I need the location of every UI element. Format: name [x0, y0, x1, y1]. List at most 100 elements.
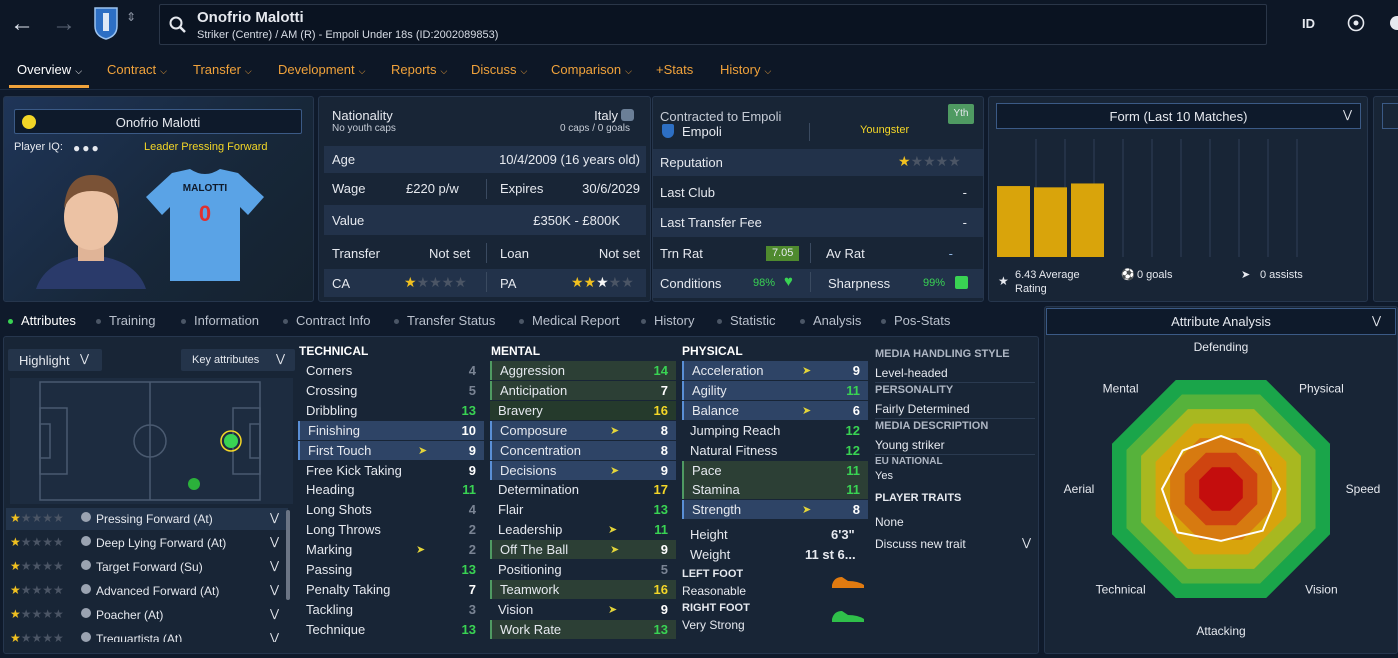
tab-history[interactable]: History ⌵	[720, 62, 771, 77]
switch-chevrons-icon[interactable]: ⇕	[126, 10, 136, 24]
subtab-training[interactable]: Training	[96, 313, 155, 328]
back-arrow-icon[interactable]: ←	[10, 10, 34, 38]
attribute-row[interactable]: Off The Ball 9 ➤	[490, 540, 676, 560]
attribute-row[interactable]: Aggression 14	[490, 361, 676, 380]
info-icon[interactable]	[81, 536, 91, 546]
menu-icon[interactable]	[1390, 16, 1398, 30]
attribute-row[interactable]: Positioning 5	[490, 560, 676, 579]
attribute-row[interactable]: Composure 8 ➤	[490, 420, 676, 440]
highlight-dropdown[interactable]: Highlight ⋁	[8, 349, 102, 371]
role-item[interactable]: ★★★★★ Advanced Forward (At) ⋁	[6, 580, 288, 602]
role-item[interactable]: ★★★★★ Pressing Forward (At) ⋁	[6, 508, 288, 530]
chevron-down-icon[interactable]: ⋁	[270, 511, 279, 524]
info-icon[interactable]	[81, 512, 91, 522]
role-item[interactable]: ★★★★★ Poacher (At) ⋁	[6, 604, 288, 626]
attribute-row[interactable]: Long Throws 2	[298, 520, 484, 539]
attribute-row[interactable]: Jumping Reach 12	[682, 421, 868, 440]
attribute-row[interactable]: Strength 8 ➤	[682, 500, 868, 520]
avg-rating: 6.43 Average Rating	[1015, 269, 1080, 295]
club-crest-icon[interactable]	[92, 6, 120, 40]
subtab-contract-info[interactable]: Contract Info	[283, 313, 370, 328]
attribute-row[interactable]: Long Shots 4	[298, 500, 484, 519]
chevron-down-icon[interactable]: ⋁	[1022, 536, 1031, 549]
info-icon[interactable]	[81, 632, 91, 642]
tab-transfer[interactable]: Transfer ⌵	[193, 62, 252, 77]
form-bar[interactable]	[1034, 187, 1067, 257]
tab-overview[interactable]: Overview ⌵	[17, 62, 82, 77]
subtab-analysis[interactable]: Analysis	[800, 313, 861, 328]
attribute-row[interactable]: Balance 6 ➤	[682, 400, 868, 420]
attribute-row[interactable]: Penalty Taking 7	[298, 580, 484, 599]
tab-reports[interactable]: Reports ⌵	[391, 62, 447, 77]
attribute-row[interactable]: Decisions 9 ➤	[490, 460, 676, 480]
chevron-down-icon[interactable]: ⋁	[270, 583, 279, 596]
radar-ring	[1199, 467, 1243, 511]
chevron-down-icon[interactable]: ⋁	[270, 631, 279, 642]
form-bar[interactable]	[997, 186, 1030, 257]
forward-arrow-icon[interactable]: →	[52, 10, 76, 38]
ball-icon[interactable]	[1347, 14, 1365, 32]
role-item[interactable]: ★★★★★ Deep Lying Forward (At) ⋁	[6, 532, 288, 554]
attribute-row[interactable]: Agility 11	[682, 380, 868, 400]
attribute-name: Long Shots	[306, 502, 372, 518]
attribute-value: 9	[468, 442, 476, 458]
attribute-row[interactable]: Finishing 10	[298, 420, 484, 440]
attribute-row[interactable]: Natural Fitness 12	[682, 441, 868, 460]
info-icon[interactable]	[81, 584, 91, 594]
key-attributes-dropdown[interactable]: Key attributes ⋁	[181, 349, 295, 371]
form-header[interactable]: Form (Last 10 Matches) ⋁	[996, 103, 1361, 129]
attribute-row[interactable]: Technique 13	[298, 620, 484, 639]
club-name[interactable]: Empoli	[682, 124, 722, 139]
attribute-row[interactable]: Tackling 3	[298, 600, 484, 619]
info-icon[interactable]	[81, 608, 91, 618]
attribute-row[interactable]: Heading 11	[298, 480, 484, 499]
tab-contract[interactable]: Contract ⌵	[107, 62, 167, 77]
id-button[interactable]: ID	[1302, 16, 1315, 31]
tab-discuss[interactable]: Discuss ⌵	[471, 62, 527, 77]
attribute-row[interactable]: Passing 13	[298, 560, 484, 579]
chevron-down-icon[interactable]: ⋁	[270, 535, 279, 548]
analysis-header[interactable]: Attribute Analysis ⋁	[1046, 308, 1396, 335]
attribute-row[interactable]: Teamwork 16	[490, 579, 676, 599]
attribute-row[interactable]: Vision 9 ➤	[490, 600, 676, 619]
subtab-transfer-status[interactable]: Transfer Status	[394, 313, 495, 328]
attribute-row[interactable]: Crossing 5	[298, 381, 484, 400]
attribute-row[interactable]: Work Rate 13	[490, 619, 676, 639]
attribute-row[interactable]: Determination 17	[490, 480, 676, 499]
collapse-icon[interactable]: ⋁	[1343, 108, 1352, 121]
subtab-medical-report[interactable]: Medical Report	[519, 313, 619, 328]
attribute-row[interactable]: Pace 11	[682, 460, 868, 480]
attribute-row[interactable]: Stamina 11	[682, 480, 868, 500]
attribute-row[interactable]: Leadership 11 ➤	[490, 520, 676, 539]
role-item[interactable]: ★★★★★ Target Forward (Su) ⋁	[6, 556, 288, 578]
attribute-row[interactable]: Marking 2 ➤	[298, 540, 484, 559]
discuss-trait-link[interactable]: Discuss new trait	[875, 537, 966, 551]
collapse-icon[interactable]: ⋁	[1372, 314, 1381, 327]
chevron-down-icon[interactable]: ⋁	[270, 607, 279, 620]
tab-development[interactable]: Development ⌵	[278, 62, 365, 77]
roles-scrollbar[interactable]	[286, 510, 290, 600]
subtab-history[interactable]: History	[641, 313, 694, 328]
attribute-row[interactable]: Dribbling 13	[298, 401, 484, 420]
attribute-row[interactable]: Anticipation 7	[490, 380, 676, 400]
role-name: Advanced Forward (At)	[96, 584, 220, 598]
attribute-row[interactable]: Flair 13	[490, 500, 676, 519]
subtab-statistic[interactable]: Statistic	[717, 313, 776, 328]
attribute-row[interactable]: First Touch 9 ➤	[298, 440, 484, 460]
attribute-row[interactable]: Concentration 8	[490, 440, 676, 460]
subtab-information[interactable]: Information	[181, 313, 259, 328]
tab-stats[interactable]: +Stats	[656, 62, 693, 77]
tab-comparison[interactable]: Comparison ⌵	[551, 62, 632, 77]
subtab-pos-stats[interactable]: Pos-Stats	[881, 313, 950, 328]
attribute-row[interactable]: Bravery 16	[490, 400, 676, 420]
search-icon[interactable]	[169, 16, 187, 34]
attribute-row[interactable]: Acceleration 9 ➤	[682, 361, 868, 380]
attribute-row[interactable]: Corners 4	[298, 361, 484, 380]
form-bar[interactable]	[1071, 183, 1104, 257]
heart-icon: ♥	[784, 273, 793, 290]
subtab-attributes[interactable]: Attributes	[8, 313, 76, 328]
info-icon[interactable]	[81, 560, 91, 570]
role-item[interactable]: ★★★★★ Trequartista (At) ⋁	[6, 628, 288, 642]
chevron-down-icon[interactable]: ⋁	[270, 559, 279, 572]
attribute-row[interactable]: Free Kick Taking 9	[298, 461, 484, 480]
